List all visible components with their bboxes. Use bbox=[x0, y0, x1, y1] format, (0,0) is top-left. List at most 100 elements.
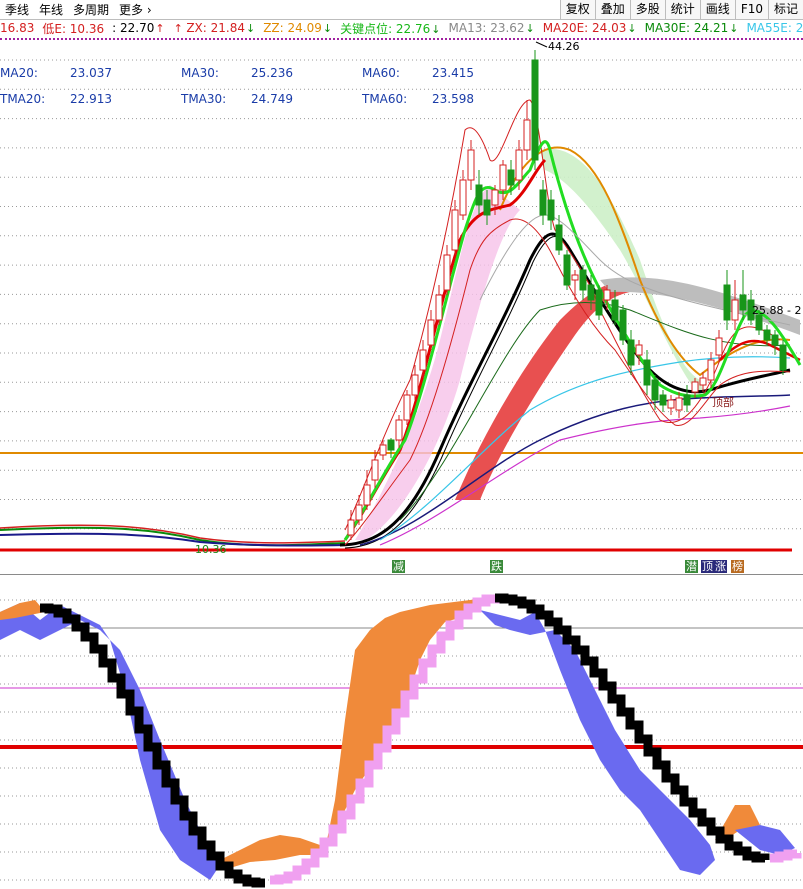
indicator-value-3: ↑ ZX: 21.84↓ bbox=[173, 21, 256, 35]
oscillator-chart[interactable] bbox=[0, 575, 803, 889]
candle-body bbox=[547, 199, 555, 221]
ma-band-fill bbox=[355, 185, 520, 540]
candle-body bbox=[707, 359, 715, 381]
down-arrow-icon: ↓ bbox=[322, 22, 333, 35]
marker-fall[interactable]: 跌 bbox=[490, 560, 503, 573]
candle-body bbox=[715, 337, 723, 356]
candle-body bbox=[699, 377, 707, 386]
candle-body bbox=[571, 274, 579, 281]
candle-body bbox=[539, 189, 547, 216]
candle-body bbox=[475, 184, 483, 206]
candle-body bbox=[355, 504, 363, 521]
multi-period-tab[interactable]: 多周期 bbox=[68, 1, 114, 18]
candle-body bbox=[483, 199, 491, 216]
overlay-button[interactable]: 叠加 bbox=[594, 0, 630, 19]
candle-body bbox=[579, 269, 587, 291]
osc-pink-step-line-right bbox=[770, 849, 802, 863]
candle-body bbox=[635, 344, 643, 356]
candle-body bbox=[563, 254, 571, 286]
candle-body bbox=[619, 309, 627, 341]
statistics-button[interactable]: 统计 bbox=[664, 0, 700, 19]
indicator-value-6: MA13: 23.62↓ bbox=[449, 21, 535, 35]
candle-body bbox=[667, 399, 675, 409]
marker-potential[interactable]: 潜 bbox=[685, 560, 698, 573]
indicator-value-2: : 22.70↑ bbox=[112, 21, 164, 35]
down-arrow-icon: ↓ bbox=[431, 22, 441, 36]
draw-line-button[interactable]: 画线 bbox=[699, 0, 735, 19]
down-arrow-icon: ↓ bbox=[627, 22, 637, 35]
indicator-value-5: 关键点位: 22.76↓ bbox=[340, 20, 440, 37]
candle-body bbox=[627, 339, 635, 366]
indicator-value-1: 低E: 10.36 bbox=[42, 20, 104, 37]
down-arrow-icon: ↓ bbox=[729, 22, 739, 35]
candle-body bbox=[379, 444, 387, 456]
candle-body bbox=[347, 519, 355, 536]
candle-body bbox=[427, 319, 435, 346]
period-menu: 季线 年线 多周期 更多 › bbox=[0, 0, 157, 19]
marker-reduce[interactable]: 减 bbox=[392, 560, 405, 573]
candle-body bbox=[763, 329, 771, 341]
multi-stock-button[interactable]: 多股 bbox=[629, 0, 665, 19]
candle-body bbox=[659, 394, 667, 406]
marker-rise[interactable]: 涨 bbox=[714, 560, 727, 573]
fuquan-button[interactable]: 复权 bbox=[559, 0, 595, 19]
candle-body bbox=[723, 284, 731, 321]
more-menu[interactable]: 更多 › bbox=[114, 1, 157, 18]
candle-body bbox=[611, 299, 619, 321]
candle-body bbox=[683, 394, 691, 406]
indicator-text: ZZ: 24.09 bbox=[263, 21, 322, 35]
candle-body bbox=[363, 484, 371, 506]
price-chart[interactable]: 44.26 10.36 25.88 - 2 顶部 bbox=[0, 38, 803, 573]
high-price-label: 44.26 bbox=[548, 40, 580, 53]
right-price-label: 25.88 - 2 bbox=[752, 304, 801, 317]
candle-body bbox=[499, 164, 507, 191]
candle-body bbox=[459, 179, 467, 216]
indicator-info-bar: 16.83 低E: 10.36 : 22.70↑ ↑ ZX: 21.84↓ ZZ: 24… bbox=[0, 19, 803, 37]
osc-black-step-line-right bbox=[495, 593, 770, 863]
candle-body bbox=[779, 344, 787, 371]
candle-body bbox=[531, 59, 539, 161]
indicator-text: MA30E: 24.21 bbox=[644, 21, 729, 35]
candle-body bbox=[403, 394, 411, 421]
candle-body bbox=[595, 289, 603, 316]
indicator-text: 16.83 bbox=[0, 21, 35, 35]
candle-body bbox=[435, 294, 443, 321]
indicator-text: MA55E: 23.6 bbox=[746, 21, 803, 35]
mark-button[interactable]: 标记 bbox=[767, 0, 803, 19]
marker-top[interactable]: 顶 bbox=[701, 560, 714, 573]
down-arrow-icon: ↓ bbox=[245, 22, 256, 35]
osc-blue-area-right bbox=[480, 610, 715, 875]
candle-body bbox=[419, 349, 427, 371]
candle-body bbox=[507, 169, 515, 186]
candle-body bbox=[371, 459, 379, 481]
indicator-text: 关键点位: 22.76 bbox=[340, 21, 431, 36]
signal-label: 顶部 bbox=[712, 395, 734, 409]
candle-body bbox=[675, 397, 683, 411]
indicator-value-8: MA30E: 24.21↓ bbox=[645, 21, 739, 35]
candle-body bbox=[395, 419, 403, 441]
candle-body bbox=[387, 439, 395, 451]
indicator-value-7: MA20E: 24.03↓ bbox=[543, 21, 637, 35]
candle-body bbox=[443, 254, 451, 291]
candle-body bbox=[491, 189, 499, 206]
indicator-text: : 22.70 bbox=[112, 21, 155, 35]
candle-body bbox=[739, 294, 747, 311]
year-line-tab[interactable]: 年线 bbox=[34, 1, 68, 18]
candle-body bbox=[651, 379, 659, 401]
candle-body bbox=[523, 119, 531, 151]
down-arrow-icon: ↓ bbox=[525, 22, 535, 35]
marker-list[interactable]: 榜 bbox=[731, 560, 744, 573]
f10-button[interactable]: F10 bbox=[734, 0, 768, 19]
indicator-value-0: 16.83 bbox=[0, 21, 34, 35]
tool-buttons: 复权 叠加 多股 统计 画线 F10 标记 bbox=[559, 0, 803, 19]
indicator-text: MA20E: 24.03 bbox=[542, 21, 627, 35]
indicator-text: 低E: 10.36 bbox=[42, 21, 105, 36]
candle-body bbox=[467, 149, 475, 181]
high-price-pointer bbox=[535, 41, 548, 48]
candle-body bbox=[771, 334, 779, 346]
candle-body bbox=[603, 289, 611, 301]
up-arrow-icon: ↑ bbox=[155, 22, 165, 35]
quarter-line-tab[interactable]: 季线 bbox=[0, 1, 34, 18]
candle-body bbox=[451, 209, 459, 251]
candle-body bbox=[643, 359, 651, 386]
